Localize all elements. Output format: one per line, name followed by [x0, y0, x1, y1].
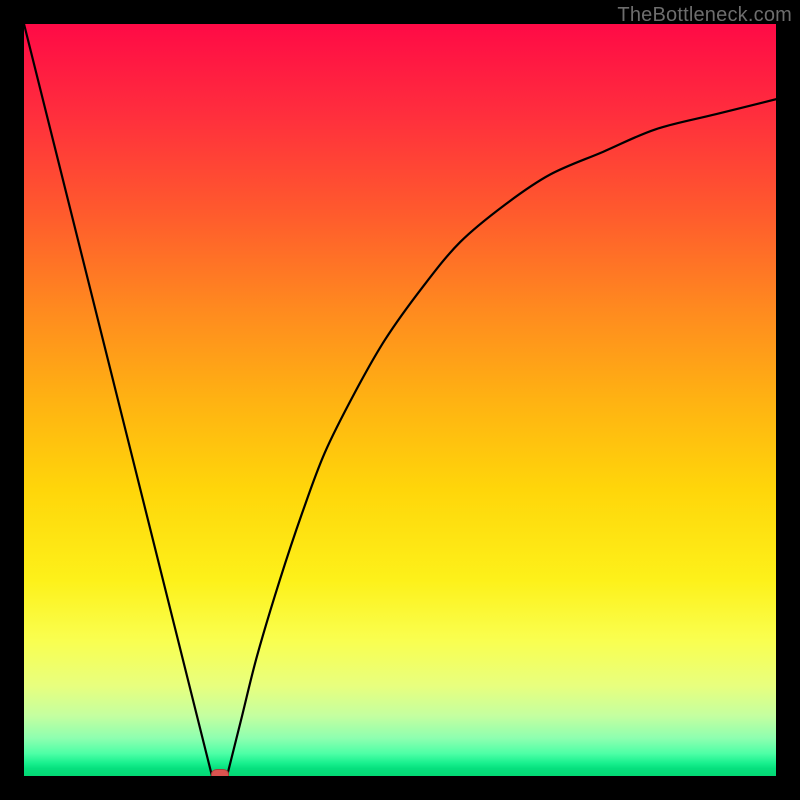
curve-path — [24, 24, 776, 776]
chart-frame: TheBottleneck.com — [0, 0, 800, 800]
plot-area — [24, 24, 776, 776]
bottleneck-curve — [24, 24, 776, 776]
optimum-marker — [211, 769, 229, 776]
